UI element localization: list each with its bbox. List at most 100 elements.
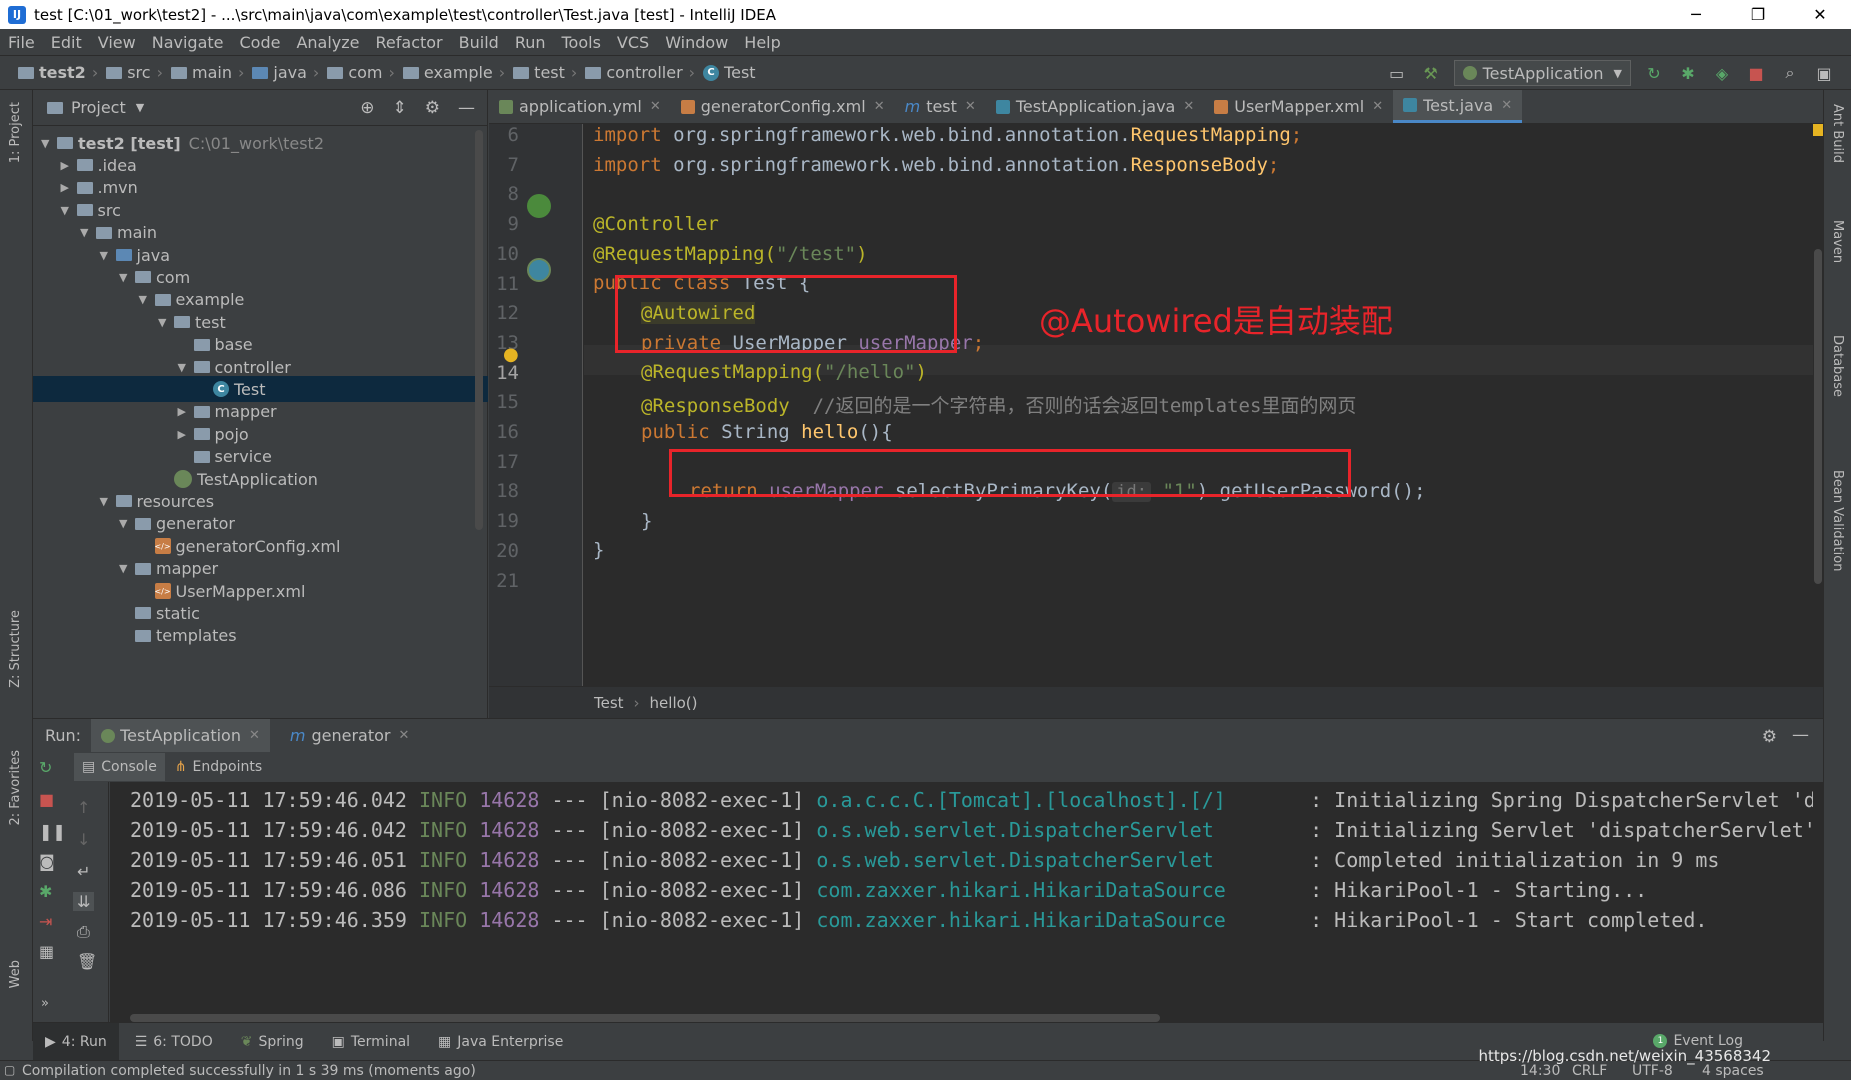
menu-refactor[interactable]: Refactor <box>376 33 443 52</box>
menu-run[interactable]: Run <box>515 33 546 52</box>
close-icon[interactable]: ✕ <box>1372 99 1383 114</box>
hide-icon[interactable]: — <box>458 98 475 118</box>
bean-validation-tool-tab[interactable]: Bean Validation <box>1830 470 1845 571</box>
toggle-tool-windows-icon[interactable]: ▢ <box>4 1063 15 1077</box>
todo-tool-tab[interactable]: ☰ 6: TODO <box>123 1023 225 1061</box>
restore-button[interactable]: ❐ <box>1727 0 1789 29</box>
breadcrumb-item[interactable]: test2 › <box>18 63 98 82</box>
menu-window[interactable]: Window <box>665 33 728 52</box>
gear-icon[interactable]: ⚙ <box>425 98 440 118</box>
camera-icon[interactable]: ◙ <box>39 852 55 871</box>
chevron-down-icon[interactable]: ▼ <box>119 271 135 284</box>
chevron-down-icon[interactable]: ▼ <box>61 204 77 217</box>
layout-icon[interactable]: ▦ <box>39 942 54 961</box>
chevron-down-icon[interactable]: ▼ <box>158 316 174 329</box>
editor-tab[interactable]: m test ✕ <box>895 90 986 123</box>
console-vertical-scrollbar[interactable] <box>1813 782 1823 1022</box>
menu-edit[interactable]: Edit <box>51 33 82 52</box>
project-view-select[interactable]: Project <box>71 98 126 117</box>
menu-navigate[interactable]: Navigate <box>152 33 224 52</box>
chevron-down-icon[interactable]: ▼ <box>139 293 155 306</box>
spring-class-icon[interactable] <box>527 258 551 282</box>
close-icon[interactable]: ✕ <box>1183 99 1194 114</box>
web-tool-tab[interactable]: Web <box>8 960 23 988</box>
exit-icon[interactable]: ⇥ <box>39 912 52 931</box>
console-horizontal-scrollbar[interactable] <box>130 1014 1160 1022</box>
close-icon[interactable]: ✕ <box>399 728 410 743</box>
console-tab[interactable]: ▤ Console <box>74 753 165 781</box>
menu-tools[interactable]: Tools <box>562 33 601 52</box>
run-tool-tab[interactable]: ▶ 4: Run <box>33 1022 119 1061</box>
editor-scrollbar[interactable] <box>1813 124 1823 686</box>
chevron-down-icon[interactable]: ▼ <box>136 101 144 114</box>
rerun-icon[interactable]: ↻ <box>1643 62 1665 84</box>
stop-icon[interactable]: ■ <box>39 790 54 809</box>
close-icon[interactable]: ✕ <box>874 99 885 114</box>
spring-bean-icon[interactable] <box>527 194 551 218</box>
breadcrumb-item[interactable]: com › <box>327 63 395 82</box>
stop-icon[interactable]: ■ <box>1745 62 1767 84</box>
breadcrumb-item[interactable]: test › <box>513 63 577 82</box>
trash-icon[interactable]: 🗑 <box>77 952 97 971</box>
project-tool-tab[interactable]: 1: Project <box>8 102 23 163</box>
run-configuration-select[interactable]: TestApplication ▼ <box>1453 60 1631 86</box>
warning-marker-icon[interactable] <box>1813 124 1823 136</box>
chevron-down-icon[interactable]: ▼ <box>41 137 57 150</box>
run-tab-generator[interactable]: m generator ✕ <box>280 719 420 753</box>
breadcrumb-item[interactable]: main › <box>170 63 244 82</box>
soft-wrap-icon[interactable]: ↵ <box>77 862 90 881</box>
menu-file[interactable]: File <box>8 33 35 52</box>
code-editor[interactable]: 6 7 8 9 10 11 12 13 14 15 16 17 18 19 20 21 import org.… <box>489 124 1823 686</box>
coverage-icon[interactable]: ◈ <box>1711 62 1733 84</box>
terminal-tool-tab[interactable]: ▣ Terminal <box>320 1023 422 1061</box>
hide-icon[interactable]: — <box>1792 725 1809 745</box>
close-icon[interactable]: ✕ <box>650 99 661 114</box>
editor-tab[interactable]: generatorConfig.xml ✕ <box>671 90 895 123</box>
chevron-down-icon[interactable]: ▼ <box>100 495 116 508</box>
chevron-right-icon[interactable]: ▶ <box>178 428 194 441</box>
build-hammer-icon[interactable]: ⚒ <box>1420 62 1442 84</box>
pause-icon[interactable]: ❚❚ <box>39 822 66 841</box>
debug-bug-icon[interactable]: ✱ <box>1677 62 1699 84</box>
chevron-right-icon[interactable]: ▶ <box>61 181 77 194</box>
breadcrumb-item[interactable]: java › <box>252 63 319 82</box>
breadcrumb-class[interactable]: Test <box>594 694 624 712</box>
chevron-right-icon[interactable]: ▶ <box>178 405 194 418</box>
scroll-to-end-icon[interactable]: ⇊ <box>73 892 95 911</box>
chevron-down-icon[interactable]: ▼ <box>100 249 116 262</box>
endpoints-tab[interactable]: ⋔ Endpoints <box>167 753 270 781</box>
close-icon[interactable]: ✕ <box>1501 98 1512 113</box>
rerun-icon[interactable]: ↻ <box>39 758 52 777</box>
maven-tool-tab[interactable]: Maven <box>1830 220 1845 263</box>
java-enterprise-tool-tab[interactable]: ▦ Java Enterprise <box>426 1023 575 1061</box>
spring-tool-tab[interactable]: ❦ Spring <box>229 1023 316 1061</box>
lightbulb-icon[interactable]: ● <box>503 344 519 365</box>
chevron-right-icon[interactable]: ▶ <box>61 159 77 172</box>
run-tab-testapplication[interactable]: TestApplication ✕ <box>91 718 270 753</box>
breadcrumb-item[interactable]: src › <box>106 63 163 82</box>
editor-tab[interactable]: UserMapper.xml ✕ <box>1204 90 1393 123</box>
settings-icon[interactable]: ▣ <box>1813 62 1835 84</box>
close-icon[interactable]: ✕ <box>965 99 976 114</box>
favorites-tool-tab[interactable]: 2: Favorites <box>8 750 23 826</box>
breadcrumb-item[interactable]: controller › <box>585 63 695 82</box>
breadcrumb-item[interactable]: example › <box>402 63 505 82</box>
menu-vcs[interactable]: VCS <box>617 33 649 52</box>
menu-code[interactable]: Code <box>240 33 281 52</box>
collapse-all-icon[interactable]: ⇕ <box>393 98 407 118</box>
up-arrow-icon[interactable]: ↑ <box>77 798 90 817</box>
breadcrumb-item[interactable]: C Test <box>703 63 756 82</box>
menu-build[interactable]: Build <box>459 33 499 52</box>
menu-view[interactable]: View <box>98 33 136 52</box>
menu-help[interactable]: Help <box>744 33 780 52</box>
editor-tab[interactable]: TestApplication.java ✕ <box>986 90 1204 123</box>
chevron-down-icon[interactable]: ▼ <box>80 226 96 239</box>
locate-target-icon[interactable]: ⊕ <box>360 98 374 118</box>
minimize-button[interactable]: ─ <box>1665 0 1727 29</box>
down-arrow-icon[interactable]: ↓ <box>77 830 90 849</box>
tree-item[interactable]: templates <box>33 623 488 649</box>
breadcrumb-method[interactable]: hello() <box>650 694 698 712</box>
chevron-down-icon[interactable]: ▼ <box>119 517 135 530</box>
chevron-down-icon[interactable]: ▼ <box>119 562 135 575</box>
project-scrollbar[interactable] <box>475 130 483 530</box>
